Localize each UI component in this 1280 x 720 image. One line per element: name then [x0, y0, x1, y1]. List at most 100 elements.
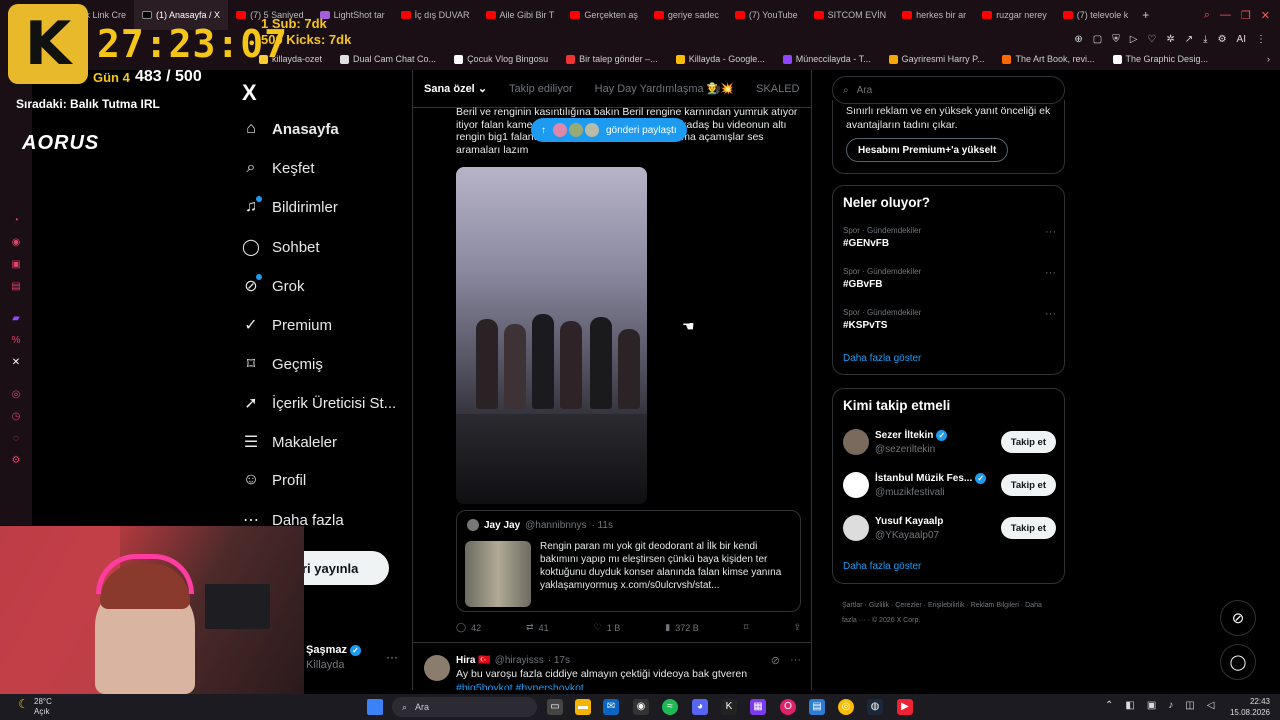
discord-icon[interactable]: ◕	[692, 699, 708, 715]
pin-icon[interactable]: ⊕	[1074, 34, 1082, 45]
windows-start-icon[interactable]	[367, 699, 383, 715]
nav-home[interactable]: ⌂ Anasayfa	[242, 120, 339, 138]
who-show-more[interactable]: Daha fazla göster	[843, 561, 921, 572]
new-posts-pill[interactable]: ↑ gönderi paylaştı	[531, 118, 687, 142]
nav-explore[interactable]: ⌕ Keşfet	[242, 159, 315, 177]
follow-button[interactable]: Takip et	[1000, 474, 1056, 496]
play-icon[interactable]: ▷	[1130, 34, 1138, 45]
footer-links[interactable]: Şartlar · Gizlilik · Çerezler · Erişileb…	[842, 598, 1057, 628]
screenshot-icon[interactable]: ▢	[1093, 34, 1102, 45]
more-icon[interactable]: ···	[1045, 308, 1056, 320]
trend-item[interactable]: Spor · Gündemdekiler #GENvFB ···	[843, 226, 1056, 249]
timeline-post[interactable]: Hira 🇹🇷 @hirayisss · 17s ⊘ ··· Ay bu var…	[413, 642, 811, 690]
file-explorer-icon[interactable]: ▬	[575, 699, 591, 715]
network-icon[interactable]: ◫	[1185, 700, 1194, 711]
system-clock[interactable]: 22:43 15.08.2026	[1226, 696, 1270, 718]
dock-icon[interactable]: ◉	[10, 237, 22, 249]
clock-icon[interactable]: ◷	[10, 411, 22, 423]
reply-button[interactable]: ◯ 42	[456, 622, 481, 633]
more-icon[interactable]: ···	[1045, 226, 1056, 238]
nav-articles[interactable]: ☰ Makaleler	[242, 432, 337, 452]
follow-suggestion[interactable]: İstanbul Müzik Fes... ✓ @muzikfestivali T…	[843, 472, 1056, 502]
dock-icon[interactable]: %	[10, 335, 22, 347]
tab-following[interactable]: Takip ediliyor	[498, 83, 584, 95]
like-button[interactable]: ♡ 1 B	[594, 622, 621, 633]
bookmark[interactable]: Müneccilayda - T...	[774, 54, 880, 64]
browser-tab[interactable]: (7) televole k	[1055, 0, 1137, 30]
dock-icon[interactable]: ◎	[10, 389, 22, 401]
weather-widget[interactable]: ☾ 28°C Açık	[18, 697, 52, 717]
bookmark-button[interactable]: ⌑	[744, 622, 749, 633]
tray-icon[interactable]: ◧	[1125, 700, 1134, 711]
shield-icon[interactable]: ⛨	[1112, 34, 1120, 45]
bookmark[interactable]: Dual Cam Chat Co...	[331, 54, 445, 64]
nav-chat[interactable]: ◯ Sohbet	[242, 237, 320, 257]
premium-upgrade-button[interactable]: Hesabını Premium+'a yükselt	[846, 138, 1009, 162]
extensions-icon[interactable]: ✲	[1166, 34, 1174, 45]
browser-tab[interactable]: (7) YouTube	[727, 0, 806, 30]
chevron-up-icon[interactable]: ⌃	[1105, 700, 1113, 711]
notepad-icon[interactable]: ▤	[809, 699, 825, 715]
follow-suggestion[interactable]: Sezer İltekin ✓ @sezeriltekin Takip et	[843, 429, 1056, 459]
messages-icon[interactable]: ◯	[1220, 644, 1256, 680]
settings-icon[interactable]: ⚙	[10, 455, 22, 467]
follow-button[interactable]: Takip et	[1000, 431, 1056, 453]
dock-icon[interactable]: ▤	[10, 281, 22, 293]
bookmark[interactable]: Gayriresmi Harry P...	[880, 54, 994, 64]
microphone-icon[interactable]: ♪	[1168, 700, 1173, 711]
browser-tab[interactable]: herkes bir ar	[894, 0, 974, 30]
more-icon[interactable]: ···	[1045, 267, 1056, 279]
account-switcher[interactable]: Şaşmaz ✓ Killayda	[306, 644, 361, 671]
ai-button[interactable]: AI	[1237, 34, 1246, 45]
bookmark[interactable]: The Graphic Desig...	[1104, 54, 1218, 64]
close-icon[interactable]: ✕	[1261, 9, 1270, 22]
steam-icon[interactable]: ◍	[867, 699, 883, 715]
spotify-icon[interactable]: ≈	[662, 699, 678, 715]
trend-item[interactable]: Spor · Gündemdekiler #KSPvTS ···	[843, 308, 1056, 331]
browser-tab[interactable]: SITCOM EVİN	[806, 0, 895, 30]
browser-tab[interactable]: İç dış DUVAR	[393, 0, 478, 30]
browser-tab[interactable]: ruzgar nerey	[974, 0, 1055, 30]
grok-icon[interactable]: ⊘	[771, 654, 780, 667]
trend-item[interactable]: Spor · Gündemdekiler #GBvFB ···	[843, 267, 1056, 290]
bookmark[interactable]: The Art Book, revi...	[993, 54, 1103, 64]
trends-show-more[interactable]: Daha fazla göster	[843, 353, 921, 364]
obs-icon[interactable]: ◉	[633, 699, 649, 715]
post-hashtags[interactable]: #big5boykot #hypershoykot	[456, 682, 584, 690]
maximize-icon[interactable]: ❐	[1241, 9, 1251, 22]
share-button[interactable]: ⇪	[793, 622, 801, 633]
nav-creator-studio[interactable]: ➚ İçerik Üreticisi St...	[242, 393, 396, 413]
menu-icon[interactable]: ⋮	[1256, 34, 1266, 45]
grok-icon[interactable]: ⊘	[1220, 600, 1256, 636]
post-video[interactable]	[456, 167, 647, 504]
chevron-right-icon[interactable]: ›	[1267, 54, 1280, 64]
volume-icon[interactable]: ◁	[1207, 700, 1215, 711]
tab-for-you[interactable]: Sana özel ⌄	[413, 82, 498, 95]
dock-icon[interactable]: ◔	[10, 215, 22, 227]
nav-profile[interactable]: ☺ Profil	[242, 471, 306, 489]
nav-notifications[interactable]: ♫ Bildirimler	[242, 196, 338, 216]
author-name[interactable]: Hira 🇹🇷	[456, 655, 491, 666]
settings-icon[interactable]: ⚙	[1218, 34, 1227, 45]
bookmark[interactable]: Bir talep gönder –...	[557, 54, 667, 64]
more-icon[interactable]: ···	[790, 654, 801, 667]
follow-button[interactable]: Takip et	[1000, 517, 1056, 539]
browser-tab[interactable]: Gerçekten aş	[562, 0, 646, 30]
x-icon[interactable]: ✕	[10, 357, 22, 369]
chrome-icon[interactable]: ◎	[838, 699, 854, 715]
minimize-icon[interactable]: —	[1220, 9, 1231, 22]
share-icon[interactable]: ↗	[1185, 34, 1193, 45]
app-icon[interactable]: ▦	[750, 699, 766, 715]
quoted-post[interactable]: Jay Jay @hannibnnys · 11s Rengin paran m…	[456, 510, 801, 612]
nav-grok[interactable]: ⊘ Grok	[242, 274, 305, 296]
browser-tab[interactable]: geriye sadec	[646, 0, 727, 30]
twitch-icon[interactable]: ▰	[10, 313, 22, 325]
tab-list[interactable]: Hay Day Yardımlaşma 👨‍🌾💥	[584, 82, 745, 95]
nav-premium[interactable]: ✓ Premium	[242, 315, 332, 335]
views-button[interactable]: ▮ 372 B	[665, 622, 698, 633]
more-icon[interactable]: ···	[386, 650, 398, 664]
taskbar-search[interactable]: ⌕ Ara	[392, 697, 537, 717]
follow-suggestion[interactable]: Yusuf Kayaalp @YKayaalp07 Takip et	[843, 515, 1056, 545]
kick-icon[interactable]: K	[721, 699, 737, 715]
tab-list[interactable]: SKALED	[745, 83, 810, 95]
